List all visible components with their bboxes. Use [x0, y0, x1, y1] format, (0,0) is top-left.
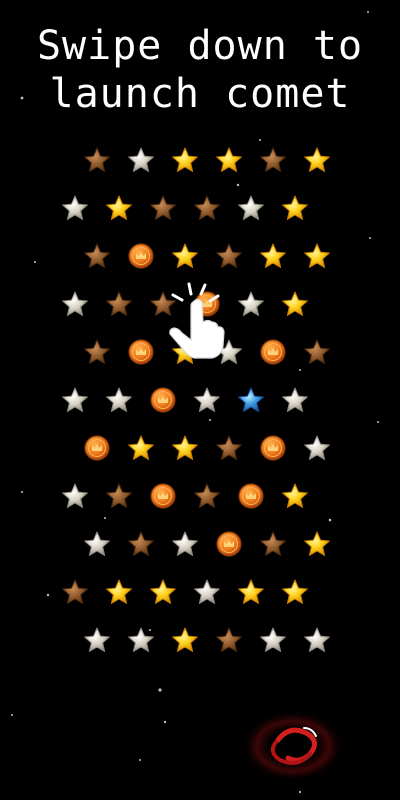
gold-star-icon[interactable]: [172, 243, 198, 268]
gold-star-icon[interactable]: [106, 195, 132, 220]
silver-star-icon[interactable]: [128, 627, 154, 652]
bronze-star-icon[interactable]: [84, 243, 110, 268]
bronze-star-icon[interactable]: [150, 195, 176, 220]
bronze-star-icon[interactable]: [106, 291, 132, 316]
gold-star-icon[interactable]: [172, 627, 198, 652]
crown-coin-icon[interactable]: [150, 387, 176, 413]
gold-star-icon[interactable]: [172, 147, 198, 172]
bronze-star-icon[interactable]: [260, 531, 286, 556]
crown-coin-icon[interactable]: [238, 483, 264, 509]
bronze-star-icon[interactable]: [194, 483, 220, 508]
gold-star-icon[interactable]: [282, 195, 308, 220]
game-board[interactable]: [0, 0, 400, 800]
crown-coin-icon[interactable]: [128, 339, 154, 365]
gold-star-icon[interactable]: [304, 147, 330, 172]
crown-coin-icon[interactable]: [216, 531, 242, 557]
bronze-star-icon[interactable]: [106, 483, 132, 508]
gold-star-icon[interactable]: [238, 579, 264, 604]
gold-star-icon[interactable]: [128, 435, 154, 460]
black-hole-icon: [241, 710, 345, 782]
silver-star-icon[interactable]: [260, 627, 286, 652]
silver-star-icon[interactable]: [84, 627, 110, 652]
crown-coin-icon[interactable]: [150, 483, 176, 509]
silver-star-icon[interactable]: [282, 387, 308, 412]
silver-star-icon[interactable]: [84, 531, 110, 556]
gold-star-icon[interactable]: [150, 579, 176, 604]
bronze-star-icon[interactable]: [194, 195, 220, 220]
silver-star-icon[interactable]: [304, 435, 330, 460]
silver-star-icon[interactable]: [238, 291, 264, 316]
pointing-hand-icon: [169, 282, 225, 359]
bronze-star-icon[interactable]: [84, 147, 110, 172]
silver-star-icon[interactable]: [62, 387, 88, 412]
bronze-star-icon[interactable]: [304, 339, 330, 364]
silver-star-icon[interactable]: [172, 531, 198, 556]
silver-star-icon[interactable]: [194, 579, 220, 604]
bronze-star-icon[interactable]: [62, 579, 88, 604]
silver-star-icon[interactable]: [62, 291, 88, 316]
silver-star-icon[interactable]: [62, 483, 88, 508]
bronze-star-icon[interactable]: [216, 243, 242, 268]
bronze-star-icon[interactable]: [128, 531, 154, 556]
silver-star-icon[interactable]: [106, 387, 132, 412]
crown-coin-icon[interactable]: [128, 243, 154, 269]
bronze-star-icon[interactable]: [84, 339, 110, 364]
crown-coin-icon[interactable]: [84, 435, 110, 461]
silver-star-icon[interactable]: [62, 195, 88, 220]
gold-star-icon[interactable]: [106, 579, 132, 604]
gold-star-icon[interactable]: [216, 147, 242, 172]
gold-star-icon[interactable]: [260, 243, 286, 268]
silver-star-icon[interactable]: [128, 147, 154, 172]
gold-star-icon[interactable]: [304, 243, 330, 268]
gold-star-icon[interactable]: [282, 579, 308, 604]
silver-star-icon[interactable]: [238, 195, 264, 220]
silver-star-icon[interactable]: [304, 627, 330, 652]
bronze-star-icon[interactable]: [216, 627, 242, 652]
gold-star-icon[interactable]: [304, 531, 330, 556]
crown-coin-icon[interactable]: [260, 435, 286, 461]
crown-coin-icon[interactable]: [260, 339, 286, 365]
gold-star-icon[interactable]: [282, 291, 308, 316]
bronze-star-icon[interactable]: [260, 147, 286, 172]
gold-star-icon[interactable]: [172, 435, 198, 460]
blue-star-icon[interactable]: [238, 387, 264, 412]
bronze-star-icon[interactable]: [216, 435, 242, 460]
silver-star-icon[interactable]: [194, 387, 220, 412]
gold-star-icon[interactable]: [282, 483, 308, 508]
